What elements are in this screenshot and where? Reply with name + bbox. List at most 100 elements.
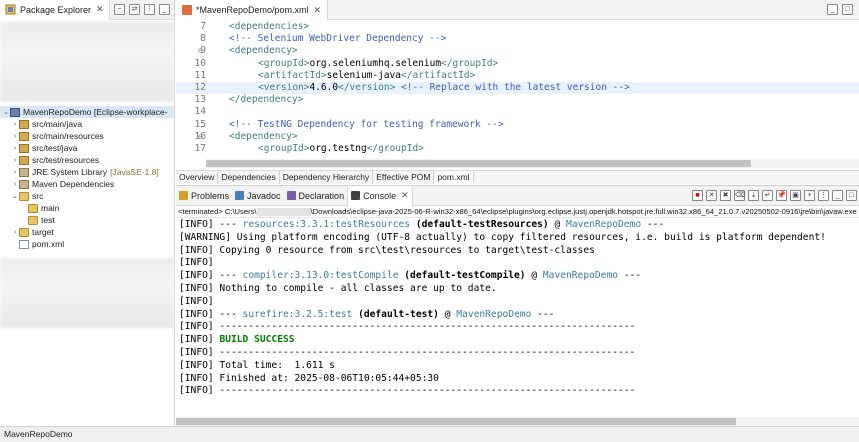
console-link[interactable]: resources:3.3.1:testResources: [243, 219, 411, 230]
tree-item[interactable]: main: [0, 202, 174, 214]
chevron-down-icon[interactable]: ⌄: [2, 108, 10, 116]
line-number: 11: [194, 69, 206, 81]
tab-dependencies[interactable]: Dependencies: [218, 171, 280, 184]
line-number: 12: [194, 81, 206, 93]
tab-javadoc[interactable]: Javadoc: [232, 186, 284, 206]
folder-icon: [19, 191, 29, 201]
fold-toggle-icon[interactable]: ⊖: [198, 45, 203, 57]
close-icon[interactable]: ✕: [401, 190, 409, 201]
line-number: 14: [194, 106, 206, 118]
chevron-right-icon[interactable]: ›: [11, 157, 19, 164]
declaration-icon: [286, 191, 296, 200]
tree-item-label: test: [41, 215, 55, 225]
code-line[interactable]: 13 </dependency>: [176, 94, 859, 106]
scrollbar-thumb[interactable]: [176, 418, 736, 425]
tab-effective-pom[interactable]: Effective POM: [373, 171, 435, 184]
code-line[interactable]: 7 <dependencies>: [176, 21, 859, 33]
code-line[interactable]: 9 ⊖ <dependency>: [176, 45, 859, 57]
fold-toggle-icon[interactable]: ⊖: [198, 131, 203, 143]
code-line[interactable]: 8 <!-- Selenium WebDriver Dependency -->: [176, 33, 859, 45]
open-console-icon[interactable]: +: [804, 190, 815, 201]
word-wrap-icon[interactable]: ↵: [762, 190, 773, 201]
tab-dependency-hierarchy[interactable]: Dependency Hierarchy: [280, 171, 374, 184]
tree-item[interactable]: ⌄ src: [0, 190, 174, 202]
console-text: ---: [531, 308, 555, 320]
code-line[interactable]: 12 <version>4.6.0</version> <!-- Replace …: [176, 81, 859, 95]
package-explorer-icon: [5, 4, 16, 15]
console-line: [INFO] Copying 0 resource from src\test\…: [176, 245, 859, 258]
code-line[interactable]: 16 ⊖ <dependency>: [176, 131, 859, 143]
minimize-icon[interactable]: _: [159, 4, 170, 15]
tab-package-explorer[interactable]: Package Explorer ✕: [0, 0, 110, 20]
chevron-right-icon[interactable]: ›: [11, 145, 19, 152]
code-line[interactable]: 14: [176, 106, 859, 118]
pin-console-icon[interactable]: 📌: [776, 190, 787, 201]
tree-item[interactable]: ⌄ MavenRepoDemo [Eclipse-workplace-: [0, 106, 174, 118]
chevron-right-icon[interactable]: ›: [11, 121, 19, 128]
console-link[interactable]: surefire:3.2.5:test: [243, 309, 353, 320]
console-link[interactable]: MavenRepoDemo: [566, 219, 641, 230]
code-editor[interactable]: 7 <dependencies> 8 <!-- Selenium WebDriver …: [176, 21, 859, 158]
console-line: [INFO] Nothing to compile - all classes …: [176, 283, 859, 296]
console-link[interactable]: MavenRepoDemo: [456, 309, 531, 320]
tab-console[interactable]: Console ✕: [347, 185, 413, 206]
tree-item[interactable]: pom.xml: [0, 238, 174, 250]
chevron-down-icon[interactable]: ⌄: [11, 192, 19, 200]
tab-overview[interactable]: Overview: [176, 171, 219, 184]
scroll-lock-icon[interactable]: ⇣: [748, 190, 759, 201]
editor-tab-pom[interactable]: *MavenRepoDemo/pom.xml ✕: [176, 0, 329, 20]
console-link[interactable]: compiler:3.13.0:testCompile: [243, 270, 399, 281]
console-output[interactable]: [INFO] --- resources:3.3.1:testResources…: [176, 219, 859, 424]
tree-item[interactable]: › src/test/resources: [0, 154, 174, 166]
console-text: ---: [641, 219, 665, 230]
console-link[interactable]: MavenRepoDemo: [543, 270, 618, 281]
link-with-editor-icon[interactable]: ⇄: [129, 4, 140, 15]
chevron-right-icon[interactable]: ›: [11, 169, 19, 176]
minimize-icon[interactable]: _: [832, 190, 843, 201]
chevron-right-icon[interactable]: ›: [11, 133, 19, 140]
tree-item[interactable]: › Maven Dependencies: [0, 178, 174, 190]
tab-declaration[interactable]: Declaration: [284, 186, 348, 206]
close-icon[interactable]: ✕: [314, 5, 322, 16]
tree-item[interactable]: › JRE System Library [JavaSE-1.8]: [0, 166, 174, 178]
view-menu-icon[interactable]: ⋮: [144, 4, 155, 15]
console-icon: [351, 191, 361, 200]
tree-item[interactable]: › src/main/resources: [0, 130, 174, 142]
tree-item[interactable]: › src/main/java: [0, 118, 174, 130]
library-icon: [19, 179, 29, 189]
collapse-all-icon[interactable]: −: [114, 4, 125, 15]
chevron-right-icon[interactable]: ›: [11, 181, 19, 188]
project-icon: [10, 107, 20, 117]
display-console-icon[interactable]: ▣: [790, 190, 801, 201]
remove-launch-icon[interactable]: ✕: [706, 190, 717, 201]
terminate-icon[interactable]: ■: [692, 190, 703, 201]
view-menu-icon[interactable]: ⋮: [818, 190, 829, 201]
maximize-icon[interactable]: □: [846, 190, 857, 201]
tab-problems[interactable]: Problems: [176, 186, 232, 206]
minimize-icon[interactable]: _: [827, 4, 838, 15]
scrollbar-thumb[interactable]: [206, 160, 751, 167]
tab-pom-xml[interactable]: pom.xml: [434, 171, 474, 184]
console-text: [INFO]: [179, 295, 214, 307]
tree-item[interactable]: › src/test/java: [0, 142, 174, 154]
remove-all-icon[interactable]: ✖: [720, 190, 731, 201]
tree-item-label: target: [32, 227, 54, 237]
code-line[interactable]: 11 <artifactId>selenium-java</artifactId>: [176, 70, 859, 82]
tree-item[interactable]: test: [0, 214, 174, 226]
close-icon[interactable]: ✕: [96, 4, 104, 15]
console-line: [INFO] ---------------------------------…: [176, 385, 859, 398]
code-token: <!-- Replace with the latest version -->: [401, 81, 630, 93]
tree-item-label: src/test/resources: [32, 155, 100, 165]
chevron-right-icon[interactable]: ›: [11, 229, 19, 236]
editor-horizontal-scrollbar[interactable]: [206, 159, 859, 168]
code-line[interactable]: 15 <!-- TestNG Dependency for testing fra…: [176, 119, 859, 131]
tree-item[interactable]: › target: [0, 226, 174, 238]
line-number: 13: [194, 94, 206, 106]
code-text: <!-- Selenium WebDriver Dependency -->: [229, 33, 446, 45]
maximize-icon[interactable]: □: [842, 4, 853, 15]
code-line[interactable]: 10 <groupId>org.seleniumhq.selenium</grou…: [176, 58, 859, 70]
code-line[interactable]: 17 <groupId>org.testng</groupId>: [176, 143, 859, 155]
clear-console-icon[interactable]: ⌫: [734, 190, 745, 201]
console-horizontal-scrollbar[interactable]: [176, 417, 859, 426]
package-folder-icon: [19, 155, 29, 165]
